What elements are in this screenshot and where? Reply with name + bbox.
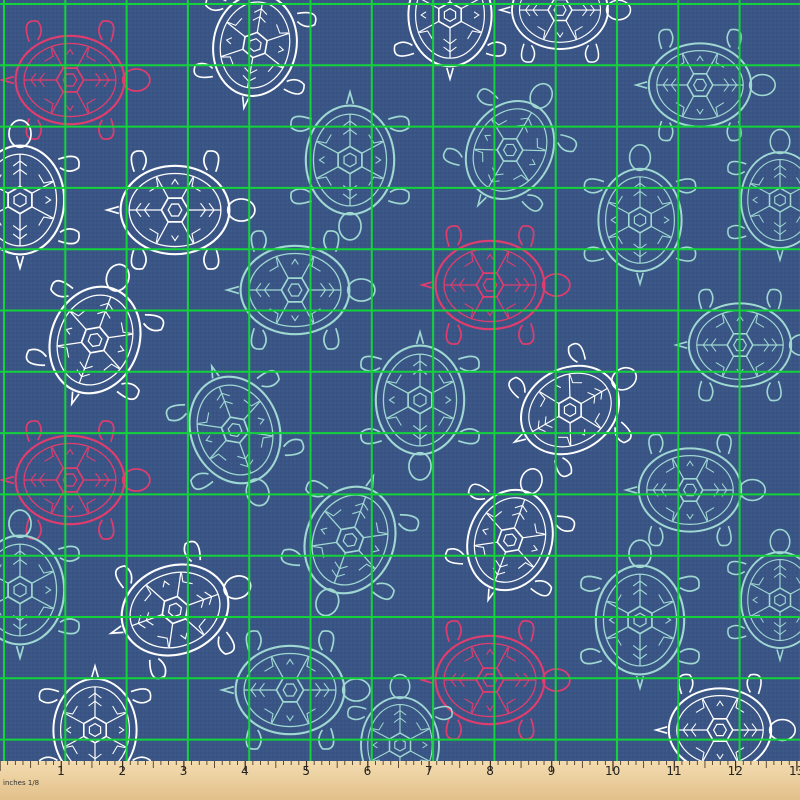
fabric-swatch [0,0,800,762]
ruler-number: 3 [180,764,188,778]
ruler-number: 4 [241,764,249,778]
ruler-number: 9 [548,764,556,778]
ruler-number: 1 [57,764,65,778]
ruler-number: 7 [425,764,433,778]
ruler-unit-label: inches 1/8 [3,779,39,787]
ruler: inches 1/8 12345678910111213 [0,761,800,800]
ruler-number: 8 [486,764,494,778]
ruler-number: 11 [666,764,681,778]
ruler-number: 5 [302,764,310,778]
ruler-number: 6 [364,764,372,778]
ruler-number: 2 [118,764,126,778]
ruler-number: 13 [789,764,800,778]
ruler-number: 10 [605,764,620,778]
fabric-preview: inches 1/8 12345678910111213 [0,0,800,800]
ruler-number: 12 [728,764,743,778]
